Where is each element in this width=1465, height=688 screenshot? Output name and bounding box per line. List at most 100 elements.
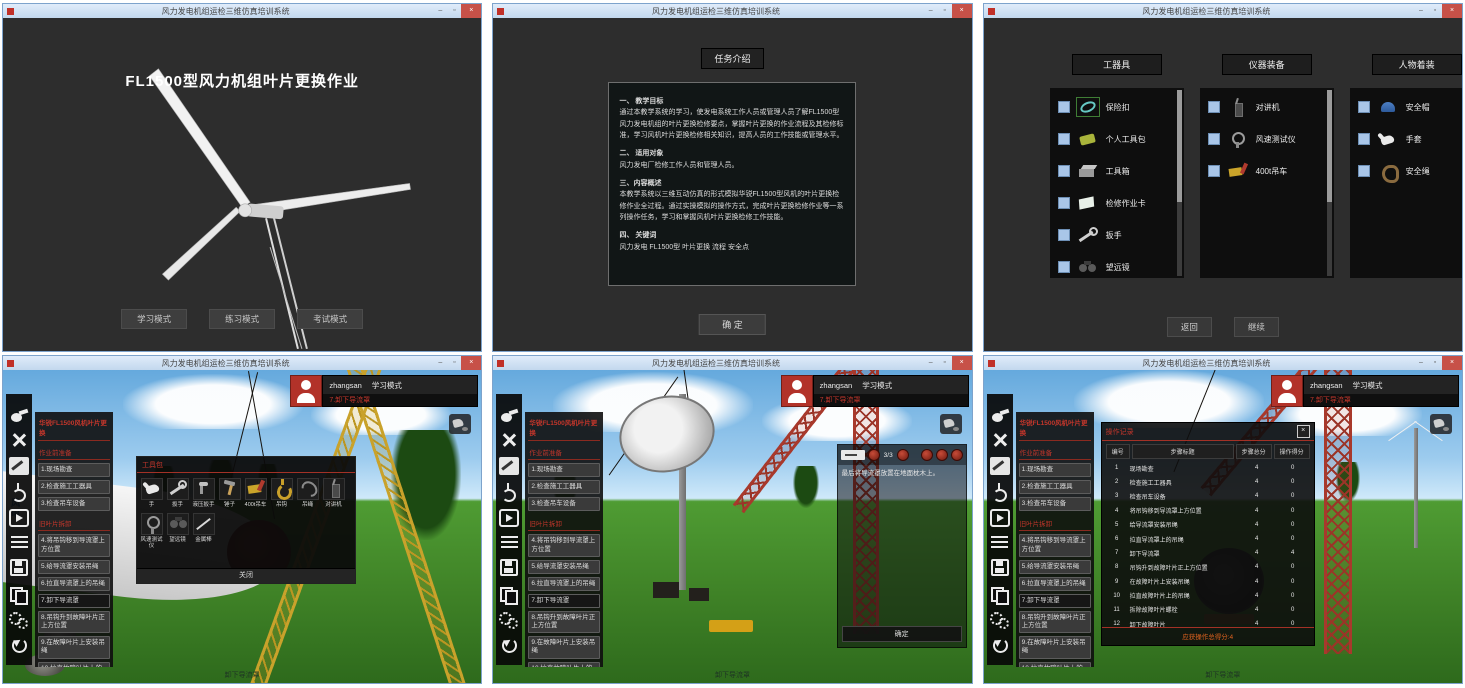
equipment-item[interactable]: 手套 <box>1358 128 1462 150</box>
step-item[interactable]: 1.现场勘查 <box>528 463 600 477</box>
scrollbar[interactable] <box>1327 90 1332 276</box>
step-item[interactable]: 6.拉直导流罩上的吊绳 <box>1019 577 1091 591</box>
reset-icon[interactable] <box>990 483 1010 501</box>
step-item[interactable]: 10.拉直故障叶片上的吊绳 <box>38 662 110 668</box>
gear-icon[interactable] <box>9 610 29 628</box>
mode-button[interactable]: 学习模式 <box>121 309 187 329</box>
equipment-item[interactable]: 检修作业卡 <box>1058 192 1172 214</box>
equipment-item[interactable]: 望远镜 <box>1058 256 1172 278</box>
equipment-item[interactable]: 个人工具包 <box>1058 128 1172 150</box>
list-icon[interactable] <box>11 536 28 551</box>
equipment-item[interactable]: 扳手 <box>1058 224 1172 246</box>
stop-icon[interactable] <box>951 449 963 461</box>
maximize-button[interactable] <box>938 356 952 370</box>
item-checkbox[interactable] <box>1358 165 1370 177</box>
step-item[interactable]: 3.检查吊车设备 <box>1019 497 1091 511</box>
step-item[interactable]: 5.给导流罩安装吊绳 <box>38 560 110 574</box>
toolkit-item[interactable]: 400t吊车 <box>244 478 267 509</box>
toolkit-close-button[interactable]: 关闭 <box>137 568 355 583</box>
tools-icon[interactable] <box>990 431 1010 449</box>
toolkit-item[interactable]: 吊绳 <box>296 478 319 509</box>
confirm-button[interactable]: 确 定 <box>699 314 766 335</box>
item-checkbox[interactable] <box>1058 165 1070 177</box>
save-icon[interactable] <box>991 559 1009 576</box>
maximize-button[interactable] <box>1428 4 1442 18</box>
undo-icon[interactable] <box>990 636 1010 654</box>
close-button[interactable] <box>461 4 481 18</box>
step-item[interactable]: 4.将吊钩移到导流罩上方位置 <box>1019 534 1091 556</box>
step-item[interactable]: 7.卸下导流罩 <box>528 594 600 608</box>
continue-button[interactable]: 继续 <box>1234 317 1279 337</box>
equipment-item[interactable]: 工具箱 <box>1058 160 1172 182</box>
toolkit-item[interactable]: 液压扳手 <box>192 478 215 509</box>
close-button[interactable] <box>1442 356 1462 370</box>
step-item[interactable]: 2.检查施工工器具 <box>1019 480 1091 494</box>
edit-icon[interactable] <box>990 457 1010 475</box>
item-checkbox[interactable] <box>1058 261 1070 273</box>
toolkit-item[interactable]: 扳手 <box>166 478 189 509</box>
camera-view-button[interactable] <box>1430 414 1452 434</box>
step-item[interactable]: 1.现场勘查 <box>1019 463 1091 477</box>
minimize-button[interactable] <box>1414 4 1428 18</box>
step-item[interactable]: 3.检查吊车设备 <box>528 497 600 511</box>
equipment-item[interactable]: 安全帽 <box>1358 96 1462 118</box>
close-button[interactable] <box>952 4 972 18</box>
item-checkbox[interactable] <box>1058 101 1070 113</box>
play-icon[interactable] <box>936 449 948 461</box>
step-item[interactable]: 5.给导流罩安装吊绳 <box>528 560 600 574</box>
guide-confirm-button[interactable]: 确定 <box>842 626 962 642</box>
list-icon[interactable] <box>991 536 1008 551</box>
equipment-item[interactable]: 保险扣 <box>1058 96 1172 118</box>
step-item[interactable]: 4.将吊钩移到导流罩上方位置 <box>38 534 110 556</box>
guide-step-selector[interactable] <box>841 450 865 460</box>
minimize-button[interactable] <box>433 356 447 370</box>
step-item[interactable]: 7.卸下导流罩 <box>1019 594 1091 608</box>
reset-icon[interactable] <box>9 483 29 501</box>
camera-view-button[interactable] <box>449 414 471 434</box>
minimize-button[interactable] <box>1414 356 1428 370</box>
minimize-button[interactable] <box>924 356 938 370</box>
reset-icon[interactable] <box>499 483 519 501</box>
edit-icon[interactable] <box>9 457 29 475</box>
scene-3d[interactable]: 风电 华锐FL1500风机叶片更换 作业前准备 1.现场勘查2.检查施工工器具3… <box>3 370 481 683</box>
whistle-icon[interactable] <box>990 405 1010 423</box>
close-button[interactable] <box>461 356 481 370</box>
maximize-button[interactable] <box>447 356 461 370</box>
tools-icon[interactable] <box>499 431 519 449</box>
camera-view-button[interactable] <box>940 414 962 434</box>
scrollbar[interactable] <box>1177 90 1182 276</box>
toolkit-item[interactable]: 风速测试仪 <box>140 513 163 550</box>
maximize-button[interactable] <box>938 4 952 18</box>
toolkit-item[interactable]: 金属棒 <box>192 513 215 550</box>
step-item[interactable]: 8.吊钩升到故障叶片正上方位置 <box>38 611 110 633</box>
item-checkbox[interactable] <box>1208 101 1220 113</box>
play-icon[interactable] <box>990 509 1010 527</box>
play-icon[interactable] <box>499 509 519 527</box>
item-checkbox[interactable] <box>1208 133 1220 145</box>
tools-icon[interactable] <box>9 431 29 449</box>
equipment-item[interactable]: 对讲机 <box>1208 96 1322 118</box>
play-icon[interactable] <box>9 509 29 527</box>
step-item[interactable]: 4.将吊钩移到导流罩上方位置 <box>528 534 600 556</box>
toolkit-item[interactable]: 对讲机 <box>322 478 345 509</box>
copy-icon[interactable] <box>9 584 29 602</box>
step-item[interactable]: 6.拉直导流罩上的吊绳 <box>38 577 110 591</box>
undo-icon[interactable] <box>9 636 29 654</box>
item-checkbox[interactable] <box>1058 229 1070 241</box>
step-item[interactable]: 3.检查吊车设备 <box>38 497 110 511</box>
gear-icon[interactable] <box>990 610 1010 628</box>
whistle-icon[interactable] <box>9 405 29 423</box>
replay-icon[interactable] <box>868 449 880 461</box>
toolkit-item[interactable]: 吊钩 <box>270 478 293 509</box>
step-item[interactable]: 9.在故障叶片上安装吊绳 <box>1019 636 1091 658</box>
step-item[interactable]: 7.卸下导流罩 <box>38 594 110 608</box>
minimize-button[interactable] <box>924 4 938 18</box>
step-item[interactable]: 9.在故障叶片上安装吊绳 <box>38 636 110 658</box>
step-item[interactable]: 5.给导流罩安装吊绳 <box>1019 560 1091 574</box>
item-checkbox[interactable] <box>1208 165 1220 177</box>
step-item[interactable]: 2.检查施工工器具 <box>528 480 600 494</box>
step-item[interactable]: 6.拉直导流罩上的吊绳 <box>528 577 600 591</box>
scene-3d[interactable]: 华锐FL1500风机叶片更换 作业前准备 1.现场勘查2.检查施工工器具3.检查… <box>984 370 1462 683</box>
mode-button[interactable]: 考试模式 <box>297 309 363 329</box>
maximize-button[interactable] <box>1428 356 1442 370</box>
